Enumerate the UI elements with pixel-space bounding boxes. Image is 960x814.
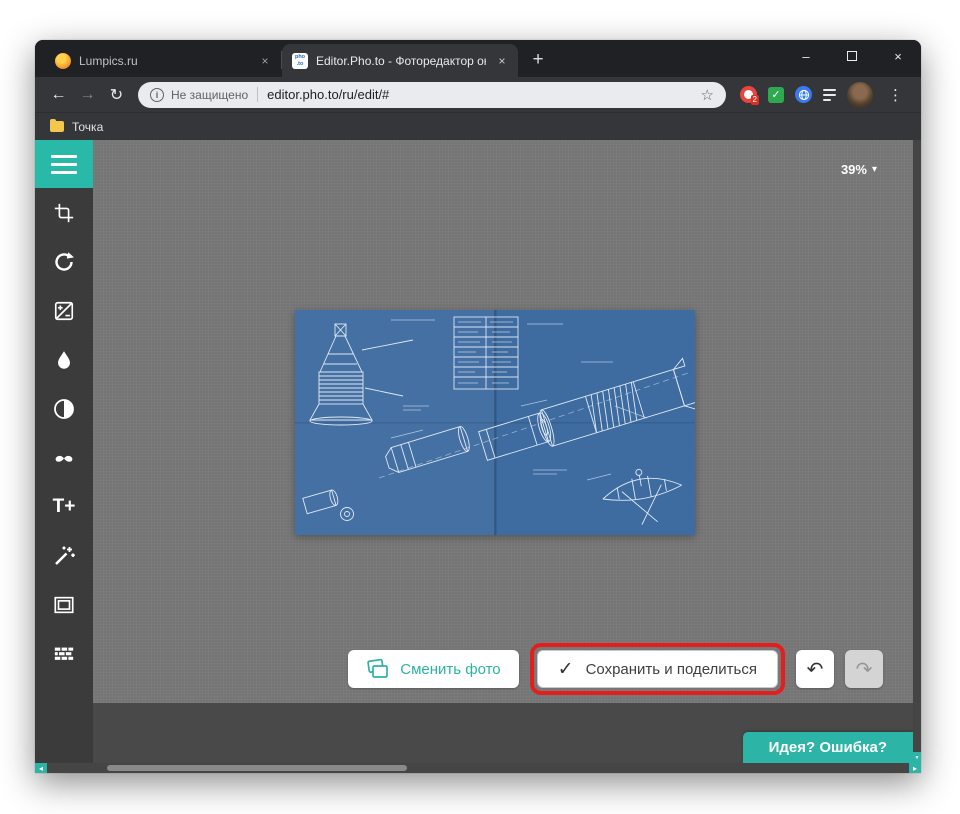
tab-close-icon[interactable]: × [257, 53, 273, 69]
bookmark-label[interactable]: Точка [72, 120, 103, 134]
photos-icon [367, 659, 389, 678]
bookmark-folder-icon[interactable] [50, 119, 64, 132]
horizontal-scrollbar[interactable]: ◂ ▸ [35, 763, 921, 773]
extension-badge: 2 [750, 95, 759, 105]
url-text[interactable]: editor.pho.to/ru/edit/# [267, 87, 692, 102]
minimize-button[interactable]: – [783, 40, 829, 72]
droplet-icon [58, 350, 70, 369]
texture-icon [54, 647, 74, 660]
scroll-left-button[interactable]: ◂ [35, 763, 47, 773]
vertical-scrollbar[interactable]: ▾ [913, 140, 921, 763]
extension-check-icon[interactable]: ✓ [768, 86, 784, 103]
address-bar[interactable]: i Не защищено editor.pho.to/ru/edit/# ☆ [138, 81, 726, 108]
hamburger-icon [51, 154, 77, 158]
globe-glyph [798, 89, 809, 100]
exposure-icon [54, 301, 74, 320]
menu-button[interactable] [35, 140, 93, 188]
browser-toolbar: ← → ↻ i Не защищено editor.pho.to/ru/edi… [35, 77, 921, 112]
bookmarks-bar: Точка [35, 112, 921, 140]
check-icon: ✓ [557, 658, 574, 680]
tool-contrast[interactable] [35, 384, 93, 433]
scroll-right-button[interactable]: ▸ [909, 763, 921, 773]
save-share-button[interactable]: ✓ Сохранить и поделиться [536, 650, 778, 688]
tool-effects[interactable] [35, 531, 93, 580]
zoom-value: 39% [840, 162, 867, 177]
photo-favicon-line2: .to [296, 60, 304, 67]
extensions-area: 2 ✓ ⋮ [736, 81, 911, 108]
feedback-button[interactable]: Идея? Ошибка? [742, 732, 913, 763]
photo-favicon-line1: pho [294, 53, 306, 60]
maximize-button[interactable] [829, 40, 875, 72]
profile-avatar[interactable] [847, 81, 873, 108]
undo-button[interactable]: ↶ [796, 650, 834, 688]
chevron-down-icon: ▾ [871, 164, 877, 175]
reload-button[interactable]: ↻ [103, 81, 130, 108]
tab-close-icon[interactable]: × [494, 53, 510, 69]
extension-globe-icon[interactable] [795, 86, 812, 103]
annotation-highlight: ✓ Сохранить и поделиться [529, 643, 785, 695]
tool-disguise[interactable] [35, 433, 93, 482]
rotate-icon [55, 251, 74, 271]
playlist-icon[interactable] [823, 88, 836, 101]
address-divider [257, 87, 259, 102]
scroll-down-button[interactable]: ▾ [913, 752, 921, 763]
tool-textures[interactable] [35, 629, 93, 678]
bookmark-star-icon[interactable]: ☆ [701, 86, 714, 104]
edited-photo-blueprint[interactable] [295, 310, 695, 535]
action-row: Сменить фото ✓ Сохранить и поделиться ↶ … [348, 643, 883, 695]
tools-sidebar: T+ [35, 140, 93, 763]
tool-colors[interactable] [35, 335, 93, 384]
text-icon: T+ [52, 495, 76, 517]
change-photo-label: Сменить фото [400, 660, 501, 678]
tool-frames[interactable] [35, 580, 93, 629]
browser-window: Lumpics.ru × pho .to Editor.Pho.to - Фот… [35, 40, 921, 773]
photo-editor-page: T+ 39% ▾ Сменить фото ✓ Сохранить и поде… [35, 140, 921, 773]
tab-title: Lumpics.ru [79, 53, 138, 68]
desktop: Lumpics.ru × pho .to Editor.Pho.to - Фот… [0, 0, 960, 814]
tab-strip: Lumpics.ru × pho .to Editor.Pho.to - Фот… [35, 40, 921, 77]
window-controls: – × [783, 40, 921, 72]
tool-exposure[interactable] [35, 286, 93, 335]
security-label: Не защищено [171, 87, 249, 102]
redo-button[interactable]: ↷ [845, 650, 883, 688]
zoom-control[interactable]: 39% ▾ [841, 162, 877, 177]
hscroll-thumb[interactable] [107, 765, 407, 771]
extension-red-icon[interactable]: 2 [740, 86, 759, 105]
mustache-icon [55, 455, 73, 462]
new-tab-button[interactable]: + [524, 46, 552, 74]
editor-canvas: 39% ▾ Сменить фото ✓ Сохранить и поделит… [93, 140, 913, 763]
tool-rotate[interactable] [35, 237, 93, 286]
change-photo-button[interactable]: Сменить фото [348, 650, 519, 688]
frame-icon [54, 596, 74, 613]
tool-crop[interactable] [35, 188, 93, 237]
forward-button[interactable]: → [74, 81, 101, 108]
close-button[interactable]: × [875, 40, 921, 72]
editor-main: T+ 39% ▾ Сменить фото ✓ Сохранить и поде… [35, 140, 921, 763]
crop-icon [54, 203, 74, 222]
magic-wand-icon [55, 546, 75, 565]
back-button[interactable]: ← [45, 81, 72, 108]
save-share-label: Сохранить и поделиться [585, 660, 757, 678]
tab-title: Editor.Pho.to - Фоторедактор он [316, 53, 486, 68]
lumpics-favicon [55, 52, 71, 69]
page-info-icon[interactable]: i [150, 87, 164, 102]
photo-favicon: pho .to [292, 52, 308, 69]
tab-lumpics[interactable]: Lumpics.ru × [45, 44, 281, 77]
tool-text[interactable]: T+ [35, 482, 93, 531]
hscroll-track[interactable] [47, 763, 909, 773]
contrast-icon [54, 398, 74, 419]
tab-editor-photo[interactable]: pho .to Editor.Pho.to - Фоторедактор он … [282, 44, 518, 77]
maximize-icon [847, 51, 857, 61]
browser-menu-icon[interactable]: ⋮ [884, 86, 907, 104]
